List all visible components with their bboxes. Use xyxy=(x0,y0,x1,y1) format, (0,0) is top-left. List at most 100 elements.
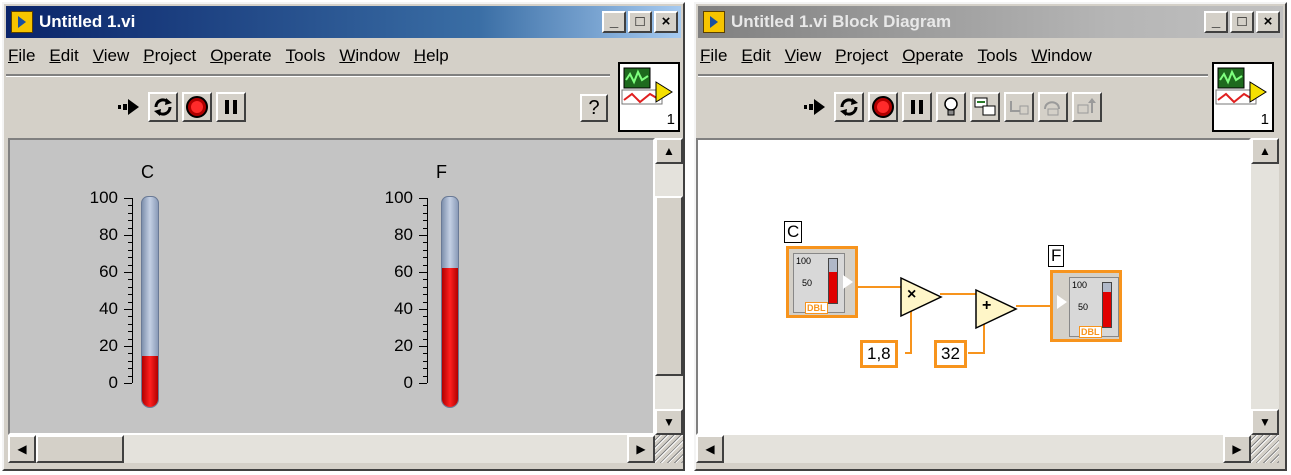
add-constant[interactable]: 32 xyxy=(934,340,967,368)
scroll-left-button[interactable]: ◀ xyxy=(8,435,36,463)
menu-project[interactable]: Project xyxy=(143,46,196,66)
scale-tick-label: 80 xyxy=(99,225,118,244)
scroll-down-button[interactable]: ▼ xyxy=(655,409,683,435)
menu-operate[interactable]: Operate xyxy=(210,46,271,66)
abort-execution-icon[interactable] xyxy=(868,92,898,122)
menu-edit[interactable]: Edit xyxy=(741,46,770,66)
multiply-glyph: × xyxy=(907,286,917,303)
scroll-up-button[interactable]: ▲ xyxy=(1251,138,1279,164)
multiply-constant[interactable]: 1,8 xyxy=(860,340,898,368)
run-arrow-icon[interactable] xyxy=(800,92,830,122)
menu-view[interactable]: View xyxy=(785,46,822,66)
thermometer-tube-c xyxy=(141,196,159,408)
thermometer-terminal-c[interactable]: 100 50 DBL xyxy=(786,246,858,318)
scale-major-tick xyxy=(124,383,132,384)
datatype-dbl-c: DBL xyxy=(805,302,828,314)
front-panel-horizontal-scrollbar[interactable]: ◀ ▶ xyxy=(8,435,655,463)
step-over-icon[interactable] xyxy=(1038,92,1068,122)
menu-window[interactable]: Window xyxy=(1031,46,1091,66)
input-label-c: C xyxy=(784,221,803,243)
scale-major-tick xyxy=(419,346,427,347)
menu-tools[interactable]: Tools xyxy=(978,46,1018,66)
close-button[interactable]: × xyxy=(1256,11,1280,33)
run-arrow-icon[interactable] xyxy=(114,92,144,122)
vertical-scroll-thumb[interactable] xyxy=(655,196,683,376)
window-title: Untitled 1.vi xyxy=(39,12,136,31)
front-panel-canvas[interactable]: C 100 80 60 40 20 0 F 100 80 60 40 20 0 xyxy=(8,138,655,435)
wire-layer xyxy=(856,276,1050,354)
scroll-down-button[interactable]: ▼ xyxy=(1251,409,1279,435)
abort-execution-icon[interactable] xyxy=(182,92,212,122)
maximize-button[interactable]: □ xyxy=(1230,11,1254,33)
resize-grip-icon[interactable] xyxy=(1251,435,1279,463)
scale-axis-line xyxy=(132,198,133,383)
scale-major-tick xyxy=(124,309,132,310)
scale-major-tick xyxy=(419,198,427,199)
run-continuously-icon[interactable] xyxy=(148,92,178,122)
close-button[interactable]: × xyxy=(654,11,678,33)
pause-icon[interactable] xyxy=(216,92,246,122)
output-terminal-arrow-icon xyxy=(843,275,853,289)
menu-help[interactable]: Help xyxy=(414,46,449,66)
front-panel-titlebar[interactable]: Untitled 1.vi _ □ × xyxy=(6,6,681,38)
menu-view[interactable]: View xyxy=(93,46,130,66)
datatype-dbl-f: DBL xyxy=(1079,326,1102,338)
vertical-scroll-track[interactable] xyxy=(1251,164,1279,409)
front-panel-toolbar xyxy=(114,90,250,124)
menu-file[interactable]: File xyxy=(8,46,35,66)
scale-major-tick xyxy=(124,346,132,347)
scroll-up-button[interactable]: ▲ xyxy=(655,138,683,164)
scale-tick-label: 80 xyxy=(394,225,413,244)
scale-tick-label: 100 xyxy=(89,188,118,207)
resize-grip-icon[interactable] xyxy=(655,435,683,463)
menu-file[interactable]: File xyxy=(700,46,727,66)
block-diagram-titlebar[interactable]: Untitled 1.vi Block Diagram _ □ × xyxy=(698,6,1283,38)
menu-edit[interactable]: Edit xyxy=(49,46,78,66)
scale-tick-label: 60 xyxy=(394,262,413,281)
block-diagram-toolbar xyxy=(800,90,1106,124)
step-out-icon[interactable] xyxy=(1072,92,1102,122)
thermometer-fill-f xyxy=(442,268,458,407)
thermometer-terminal-f[interactable]: 100 50 DBL xyxy=(1050,270,1122,342)
front-panel-vertical-scrollbar[interactable]: ▲ ▼ xyxy=(655,138,683,435)
highlight-execution-lightbulb-icon[interactable] xyxy=(936,92,966,122)
step-into-icon[interactable] xyxy=(1004,92,1034,122)
horizontal-scroll-thumb[interactable] xyxy=(36,435,124,463)
thermometer-fill-c xyxy=(142,356,158,407)
scroll-right-button[interactable]: ▶ xyxy=(1223,435,1251,463)
connector-number: 1 xyxy=(666,111,675,128)
wire-constant-to-multiply xyxy=(905,310,912,354)
menu-tools[interactable]: Tools xyxy=(286,46,326,66)
scroll-right-button[interactable]: ▶ xyxy=(627,435,655,463)
pause-icon[interactable] xyxy=(902,92,932,122)
scale-major-tick xyxy=(124,235,132,236)
menu-operate[interactable]: Operate xyxy=(902,46,963,66)
add-glyph: + xyxy=(982,297,992,314)
scroll-left-button[interactable]: ◀ xyxy=(696,435,724,463)
maximize-button[interactable]: □ xyxy=(628,11,652,33)
output-label-f: F xyxy=(1048,245,1065,267)
retain-wire-values-icon[interactable] xyxy=(970,92,1000,122)
connector-pane[interactable]: 1 xyxy=(618,62,680,132)
minimize-button[interactable]: _ xyxy=(1204,11,1228,33)
run-continuously-icon[interactable] xyxy=(834,92,864,122)
minimize-button[interactable]: _ xyxy=(602,11,626,33)
scale-major-tick xyxy=(124,198,132,199)
scale-tick-label: 20 xyxy=(99,336,118,355)
scale-major-tick xyxy=(419,383,427,384)
menu-window[interactable]: Window xyxy=(339,46,399,66)
diagram-horizontal-scrollbar[interactable]: ◀ ▶ xyxy=(696,435,1251,463)
scale-major-tick xyxy=(419,309,427,310)
front-panel-window: Untitled 1.vi _ □ × File Edit View Proje… xyxy=(2,2,685,471)
scale-axis-line xyxy=(427,198,428,383)
vi-icon-graphic xyxy=(1215,67,1267,105)
menu-project[interactable]: Project xyxy=(835,46,888,66)
thermometer-label-c: C xyxy=(141,162,154,182)
diagram-vertical-scrollbar[interactable]: ▲ ▼ xyxy=(1251,138,1279,435)
labview-vi-icon xyxy=(11,11,33,33)
connector-pane[interactable]: 1 xyxy=(1212,62,1274,132)
menu-separator xyxy=(6,74,610,77)
block-diagram-canvas[interactable]: × + C 100 50 DBL 1,8 32 F 100 50 DBL xyxy=(696,138,1251,435)
scale-major-tick xyxy=(124,272,132,273)
context-help-button[interactable]: ? xyxy=(580,94,608,122)
